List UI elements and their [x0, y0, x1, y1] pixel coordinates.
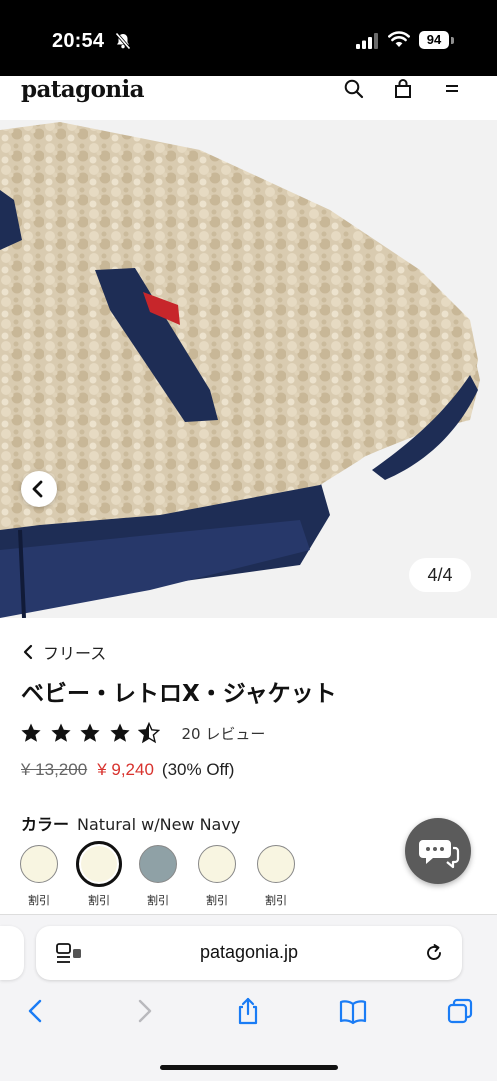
fleece-jacket-photo [0, 120, 497, 618]
star-half-icon [138, 722, 160, 744]
chat-button[interactable] [405, 818, 471, 884]
swatch-label: 割引 [28, 894, 50, 907]
breadcrumb[interactable]: フリース [23, 640, 106, 664]
carousel-counter: 4/4 [409, 558, 471, 592]
previous-tab-peek[interactable] [0, 926, 24, 980]
search-icon[interactable] [343, 78, 365, 100]
color-swatch[interactable] [20, 845, 58, 883]
browser-toolbar: patagonia.jp [0, 914, 497, 1081]
review-count[interactable]: 20 レビュー [182, 723, 266, 744]
color-swatch-selected[interactable] [76, 841, 122, 887]
color-name: Natural w/New Navy [77, 815, 241, 834]
url-text[interactable]: patagonia.jp [36, 942, 462, 963]
star-icon [109, 723, 130, 742]
address-bar[interactable]: patagonia.jp [36, 926, 462, 980]
product-image[interactable] [0, 120, 497, 618]
swatch-label: 割引 [265, 894, 287, 907]
chat-bubbles-icon [419, 840, 460, 869]
swatch-label: 割引 [88, 894, 110, 907]
sale-price: ¥ 9,240 [97, 760, 154, 779]
bookmarks-icon[interactable] [339, 997, 367, 1025]
price-row: ¥ 13,200 ¥ 9,240 (30% Off) [21, 760, 234, 780]
wifi-icon [388, 31, 410, 47]
original-price: ¥ 13,200 [21, 760, 88, 779]
battery-tip [451, 37, 454, 44]
back-icon[interactable] [22, 997, 50, 1025]
product-title: ベビー・レトロX・ジャケット [21, 681, 337, 707]
chevron-left-icon [23, 644, 33, 660]
swatch-label: 割引 [206, 894, 228, 907]
star-icon [21, 723, 41, 742]
chevron-left-icon [32, 480, 43, 498]
star-icon [80, 723, 100, 742]
color-swatch[interactable] [257, 845, 295, 883]
swatch-label: 割引 [147, 894, 169, 907]
forward-icon[interactable] [130, 997, 158, 1025]
discount-label: (30% Off) [161, 760, 235, 779]
reload-icon[interactable] [424, 943, 444, 963]
cellular-signal-icon [356, 33, 378, 49]
tabs-icon[interactable] [446, 997, 474, 1025]
carousel-prev-button[interactable] [21, 471, 57, 507]
bell-slash-icon [115, 32, 131, 50]
rating[interactable]: 20 レビュー [20, 722, 265, 744]
patagonia-logo[interactable]: patagonia [21, 76, 145, 103]
menu-icon[interactable] [441, 78, 463, 100]
status-bar: 20:54 94 [0, 0, 497, 76]
home-indicator [160, 1065, 338, 1070]
color-swatch[interactable] [198, 845, 236, 883]
breadcrumb-link[interactable]: フリース [43, 640, 106, 664]
shopping-bag-icon[interactable] [392, 78, 414, 100]
share-icon[interactable] [234, 997, 262, 1025]
color-row: カラー Natural w/New Navy [21, 811, 240, 835]
color-label: カラー [21, 815, 70, 834]
battery-indicator: 94 [419, 31, 449, 49]
site-header: patagonia [0, 76, 497, 120]
color-swatch[interactable] [139, 845, 177, 883]
status-time: 20:54 [52, 30, 105, 52]
star-icon [50, 723, 71, 742]
